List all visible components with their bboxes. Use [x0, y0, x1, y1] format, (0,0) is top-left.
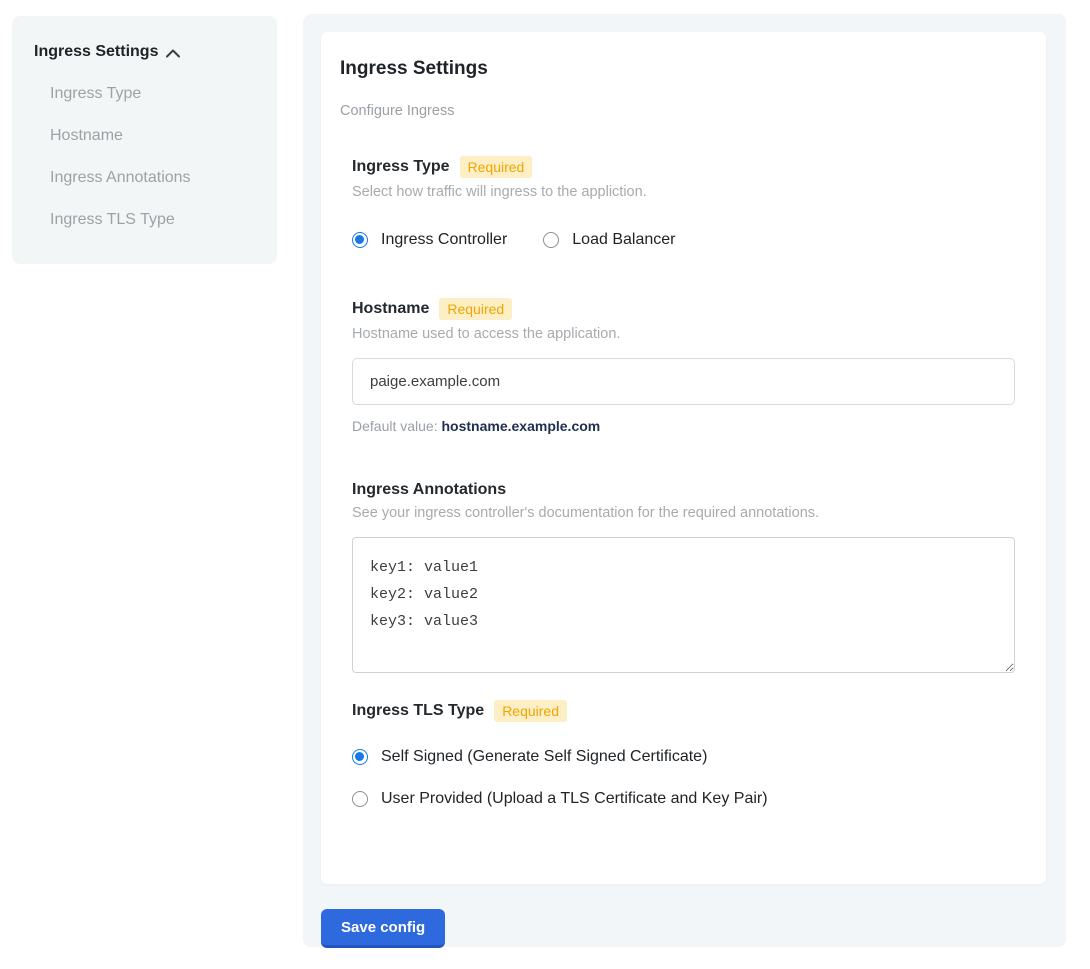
radio-load-balancer-label: Load Balancer [572, 231, 675, 249]
save-config-button[interactable]: Save config [321, 909, 445, 948]
required-badge: Required [494, 700, 567, 722]
tls-type-label: Ingress TLS Type [352, 702, 484, 720]
page-subtitle: Configure Ingress [340, 103, 1015, 119]
chevron-up-icon[interactable] [166, 49, 180, 58]
ingress-type-radio-group: Ingress Controller Load Balancer [352, 231, 1015, 249]
hostname-default-line: Default value: hostname.example.com [352, 418, 1015, 434]
ingress-settings-card: Ingress Settings Configure Ingress Ingre… [321, 32, 1046, 884]
hostname-default-value: hostname.example.com [442, 418, 601, 434]
ingress-type-label: Ingress Type [352, 158, 450, 176]
settings-sidebar: Ingress Settings Ingress Type Hostname I… [12, 16, 277, 264]
radio-self-signed-input[interactable] [352, 749, 368, 765]
radio-load-balancer-input[interactable] [543, 232, 559, 248]
radio-ingress-controller[interactable]: Ingress Controller [352, 231, 507, 249]
sidebar-section-header[interactable]: Ingress Settings [34, 43, 257, 61]
required-badge: Required [439, 298, 512, 320]
required-badge: Required [460, 156, 533, 178]
hostname-input[interactable] [352, 358, 1015, 405]
section-ingress-type: Ingress Type Required Select how traffic… [352, 156, 1015, 249]
annotations-label: Ingress Annotations [352, 481, 506, 499]
sidebar-item-hostname[interactable]: Hostname [50, 126, 257, 146]
radio-ingress-controller-label: Ingress Controller [381, 231, 507, 249]
sidebar-section-title: Ingress Settings [34, 43, 158, 61]
section-ingress-tls-type: Ingress TLS Type Required Self Signed (G… [352, 700, 1015, 808]
ingress-type-description: Select how traffic will ingress to the a… [352, 184, 1015, 200]
hostname-description: Hostname used to access the application. [352, 326, 1015, 342]
page-title: Ingress Settings [340, 58, 1015, 80]
radio-load-balancer[interactable]: Load Balancer [543, 231, 675, 249]
hostname-default-label: Default value: [352, 418, 442, 434]
sidebar-item-ingress-type[interactable]: Ingress Type [50, 84, 257, 104]
main-panel: Ingress Settings Configure Ingress Ingre… [303, 14, 1066, 947]
section-hostname: Hostname Required Hostname used to acces… [352, 298, 1015, 434]
tls-type-radio-group: Self Signed (Generate Self Signed Certif… [352, 748, 1015, 808]
annotations-description: See your ingress controller's documentat… [352, 505, 1015, 521]
radio-self-signed[interactable]: Self Signed (Generate Self Signed Certif… [352, 748, 1015, 766]
radio-ingress-controller-input[interactable] [352, 232, 368, 248]
hostname-label: Hostname [352, 300, 429, 318]
radio-user-provided-input[interactable] [352, 791, 368, 807]
radio-user-provided[interactable]: User Provided (Upload a TLS Certificate … [352, 790, 1015, 808]
sidebar-item-ingress-annotations[interactable]: Ingress Annotations [50, 168, 257, 188]
radio-user-provided-label: User Provided (Upload a TLS Certificate … [381, 790, 768, 808]
radio-self-signed-label: Self Signed (Generate Self Signed Certif… [381, 748, 707, 766]
section-ingress-annotations: Ingress Annotations See your ingress con… [352, 481, 1015, 678]
annotations-textarea[interactable]: key1: value1 key2: value2 key3: value3 [352, 537, 1015, 673]
sidebar-item-ingress-tls-type[interactable]: Ingress TLS Type [50, 210, 257, 230]
